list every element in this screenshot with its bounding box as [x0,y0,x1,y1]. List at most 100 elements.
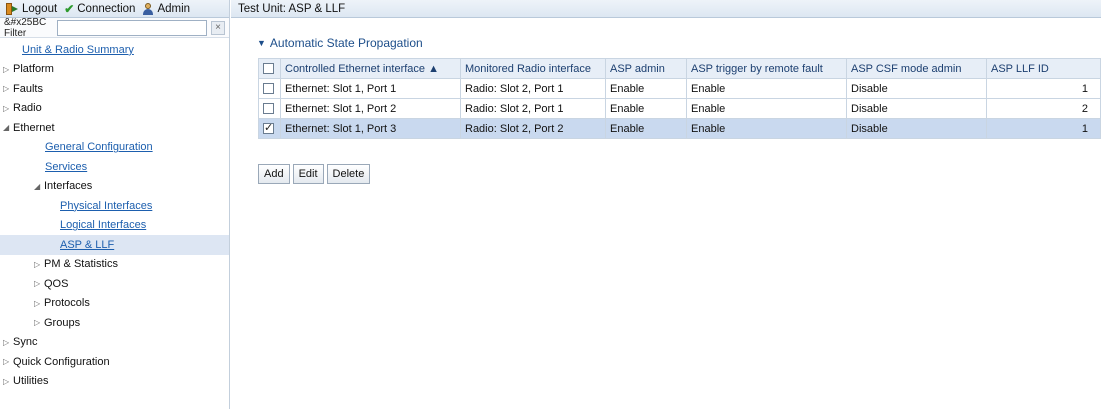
column-header-monitored[interactable]: Monitored Radio interface [460,58,606,79]
tree-item-quick-configuration[interactable]: ▷ Quick Configuration [0,352,229,372]
cell-llf-id: 1 [986,78,1101,99]
row-checkbox-cell [258,118,281,139]
tree-item-label: General Configuration [45,141,153,154]
cell-controlled: Ethernet: Slot 1, Port 1 [280,78,461,99]
cell-asp-admin: Enable [605,118,687,139]
edit-button[interactable]: Edit [292,164,324,184]
cell-controlled: Ethernet: Slot 1, Port 3 [280,118,461,139]
clear-filter-button[interactable]: × [211,20,225,35]
cell-monitored: Radio: Slot 2, Port 2 [460,118,606,139]
table-row[interactable]: Ethernet: Slot 1, Port 2 Radio: Slot 2, … [258,98,1101,119]
expand-arrow-icon[interactable]: ▷ [3,377,13,386]
tree-item-ethernet[interactable]: ◢ Ethernet [0,118,229,138]
top-toolbar: Logout ✔ Connection Admin [0,0,229,18]
row-checkbox[interactable] [263,103,274,115]
tree-item-pm-statistics[interactable]: ▷ PM & Statistics [0,255,229,275]
cell-asp-admin: Enable [605,78,687,99]
tree-item-label: PM & Statistics [44,258,118,271]
page-title: Test Unit: ASP & LLF [231,0,1101,18]
expand-arrow-icon[interactable]: ▷ [3,357,13,366]
navigation-tree: Unit & Radio Summary ▷ Platform ▷ Faults ▷… [0,38,229,391]
action-buttons: Add Edit Delete [258,164,371,184]
cell-monitored: Radio: Slot 2, Port 1 [460,98,606,119]
expand-arrow-icon[interactable]: ▷ [34,260,44,269]
cell-trigger: Enable [686,118,847,139]
cell-csf: Disable [846,118,987,139]
column-header-csf[interactable]: ASP CSF mode admin [846,58,987,79]
table-row[interactable]: Ethernet: Slot 1, Port 1 Radio: Slot 2, … [258,78,1101,99]
column-header-llf-id[interactable]: ASP LLF ID [986,58,1101,79]
tree-item-services[interactable]: Services [0,157,229,177]
tree-item-label: Logical Interfaces [60,219,147,232]
connection-button[interactable]: ✔ Connection [64,2,135,16]
cell-llf-id: 2 [986,98,1101,119]
tree-item-physical-interfaces[interactable]: Physical Interfaces [0,196,229,216]
tree-item-label: Sync [13,336,38,349]
collapse-arrow-icon[interactable]: ◢ [3,123,13,132]
tree-item-label: Protocols [44,297,90,310]
cell-csf: Disable [846,78,987,99]
tree-item-sync[interactable]: ▷ Sync [0,333,229,353]
section-header-asp[interactable]: ▼ Automatic State Propagation [257,36,1101,50]
row-checkbox[interactable] [263,121,274,135]
delete-button[interactable]: Delete [326,164,371,184]
table-row[interactable]: Ethernet: Slot 1, Port 3 Radio: Slot 2, … [258,118,1101,139]
tree-item-label: Utilities [13,375,49,388]
expand-arrow-icon[interactable]: ▷ [3,338,13,347]
filter-input[interactable] [57,19,208,36]
expand-arrow-icon[interactable]: ▷ [34,299,44,308]
tree-item-qos[interactable]: ▷ QOS [0,274,229,294]
tree-item-protocols[interactable]: ▷ Protocols [0,294,229,314]
expand-arrow-icon[interactable]: ▷ [34,318,44,327]
cell-asp-admin: Enable [605,98,687,119]
row-checkbox-cell [258,78,281,99]
user-icon [142,2,154,15]
admin-button[interactable]: Admin [142,2,191,15]
expand-arrow-icon[interactable]: ▷ [3,84,13,93]
column-header-controlled[interactable]: Controlled Ethernet interface ▲ [280,58,461,79]
select-all-checkbox[interactable] [263,63,274,75]
tree-item-label: Physical Interfaces [60,199,153,212]
cell-monitored: Radio: Slot 2, Port 1 [460,78,606,99]
tree-item-groups[interactable]: ▷ Groups [0,313,229,333]
connection-label: Connection [77,2,136,15]
tree-item-label: Ethernet [13,121,55,134]
tree-item-unit-radio-summary[interactable]: Unit & Radio Summary [0,40,229,60]
tree-item-label: Quick Configuration [13,355,110,368]
tree-item-faults[interactable]: ▷ Faults [0,79,229,99]
main-panel: Test Unit: ASP & LLF ▼ Automatic State P… [231,0,1101,409]
logout-icon [6,2,19,15]
row-checkbox[interactable] [263,83,274,95]
tree-item-label: Radio [13,102,42,115]
tree-item-asp-llf[interactable]: ASP & LLF [0,235,229,255]
expand-arrow-icon[interactable]: ▷ [34,279,44,288]
admin-label: Admin [157,2,191,15]
collapse-triangle-icon[interactable]: ▼ [257,38,266,48]
tree-item-label: Unit & Radio Summary [22,43,134,56]
cell-controlled: Ethernet: Slot 1, Port 2 [280,98,461,119]
tree-item-radio[interactable]: ▷ Radio [0,99,229,119]
tree-item-label: Platform [13,63,54,76]
column-header-asp-admin[interactable]: ASP admin [605,58,687,79]
tree-item-logical-interfaces[interactable]: Logical Interfaces [0,216,229,236]
tree-item-label: Faults [13,82,43,95]
column-header-trigger[interactable]: ASP trigger by remote fault [686,58,847,79]
section-title: Automatic State Propagation [269,36,423,50]
tree-item-label: Groups [44,316,81,329]
table-header-row: Controlled Ethernet interface ▲ Monitore… [258,58,1101,79]
expand-arrow-icon[interactable]: ▷ [3,65,13,74]
tree-item-platform[interactable]: ▷ Platform [0,60,229,80]
collapse-arrow-icon[interactable]: ◢ [34,182,44,191]
filter-bar: &#x25BC Filter × [0,16,229,39]
tree-item-label: ASP & LLF [60,238,115,251]
checkmark-icon: ✔ [64,1,75,16]
add-button[interactable]: Add [258,164,290,184]
cell-trigger: Enable [686,78,847,99]
tree-item-utilities[interactable]: ▷ Utilities [0,372,229,392]
filter-label: &#x25BC Filter [4,16,47,39]
tree-item-interfaces[interactable]: ◢ Interfaces [0,177,229,197]
logout-button[interactable]: Logout [6,2,57,15]
expand-arrow-icon[interactable]: ▷ [3,104,13,113]
tree-item-label: Services [45,160,88,173]
tree-item-general-configuration[interactable]: General Configuration [0,138,229,158]
